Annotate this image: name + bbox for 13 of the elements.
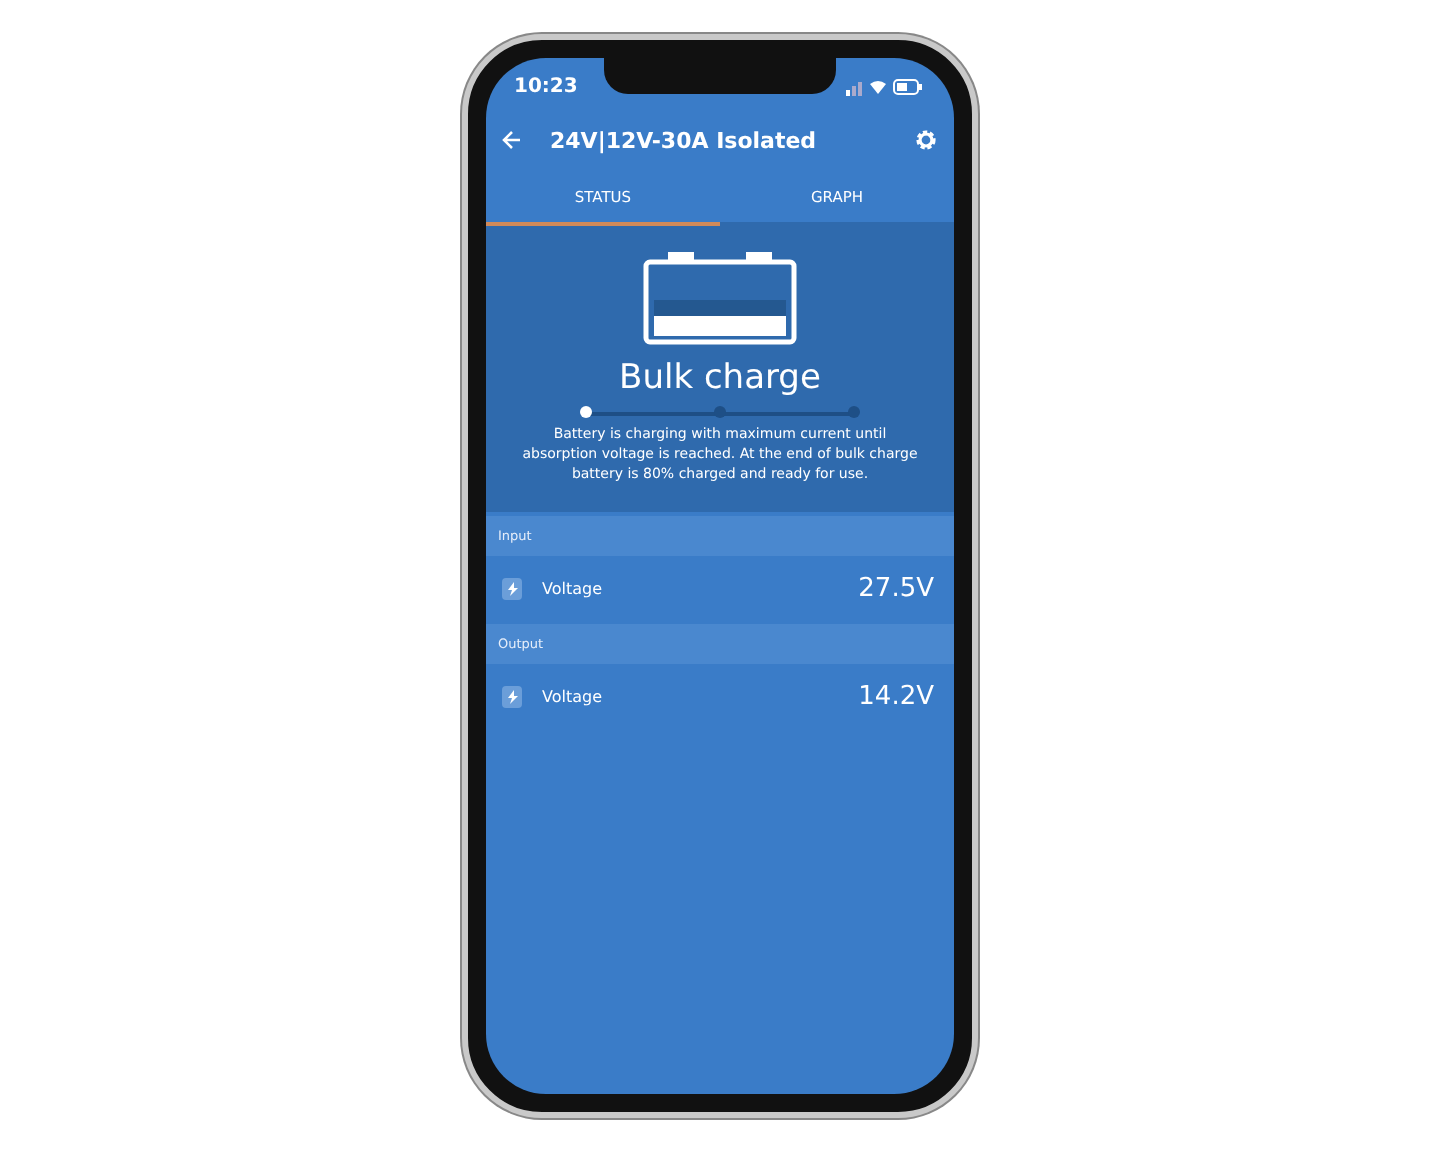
charge-state: Bulk charge [619,358,821,398]
device-title: 24V|12V-30A Isolated [550,127,819,153]
settings-icon[interactable] [914,128,938,152]
row-value: 14.2V [858,681,934,712]
back-arrow-icon[interactable] [502,130,522,150]
battery-bolt-icon [502,685,522,708]
status-icons [846,77,922,95]
row-label: Voltage [542,579,605,598]
row-value: 27.5V [858,573,934,604]
status-time: 10:23 [514,75,578,97]
battery-icon [642,250,798,346]
row-label: Voltage [542,687,605,706]
battery-bolt-icon [502,577,522,600]
